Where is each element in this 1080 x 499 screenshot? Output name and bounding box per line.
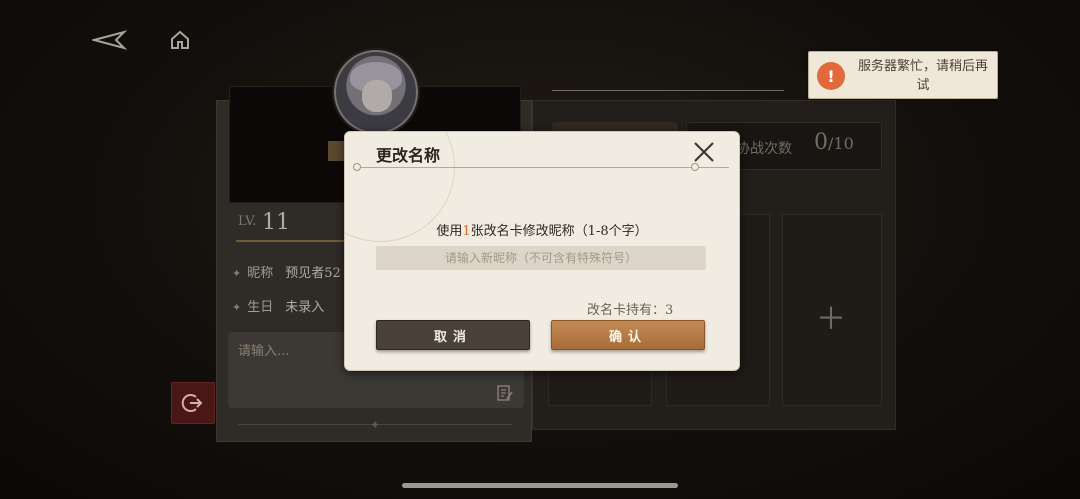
level-value: 11	[262, 210, 290, 235]
panel-top-line	[552, 90, 784, 91]
birthday-value: 未录入	[285, 300, 325, 315]
birthday-row[interactable]: ✦ 生日 未录入	[232, 296, 324, 315]
ornament-icon: ✦	[370, 418, 381, 432]
nickname-row[interactable]: ✦ 昵称 预见者52	[232, 262, 341, 281]
cancel-button[interactable]: 取消	[376, 320, 530, 350]
signature-placeholder: 请输入...	[238, 344, 290, 359]
rename-card-count: 改名卡持有：3	[587, 303, 674, 318]
level-bar	[236, 240, 346, 242]
toast-text: 服务器繁忙，请稍后再试	[857, 59, 988, 93]
exit-button[interactable]	[171, 382, 215, 424]
edit-icon[interactable]	[496, 384, 514, 402]
logout-icon	[181, 394, 203, 412]
avatar[interactable]	[334, 50, 418, 134]
assist-count-value: 0/10	[814, 130, 854, 155]
rename-description: 使用1张改名卡修改昵称（1-8个字）	[436, 224, 648, 239]
nickname-value: 预见者52	[285, 266, 341, 281]
home-indicator[interactable]	[402, 483, 678, 488]
star-icon: ✦	[232, 301, 242, 314]
birthday-label: 生日	[247, 300, 274, 315]
star-icon: ✦	[232, 267, 242, 280]
warning-icon: !	[817, 62, 845, 90]
back-arrow-icon[interactable]	[90, 28, 128, 52]
home-icon[interactable]	[168, 28, 192, 52]
rename-dialog: 更改名称 使用1张改名卡修改昵称（1-8个字） 改名卡持有：3 取消 确认	[344, 131, 740, 371]
nickname-label: 昵称	[247, 266, 274, 281]
assist-count-label: 协战次数	[736, 141, 792, 157]
dialog-title: 更改名称	[376, 146, 441, 165]
error-toast: ! 服务器繁忙，请稍后再试	[808, 51, 998, 99]
nickname-input[interactable]	[376, 246, 706, 270]
add-icon[interactable]: ＋	[816, 294, 846, 338]
level-prefix: LV.	[238, 214, 257, 229]
card-use-count: 1	[462, 224, 471, 239]
title-divider	[355, 167, 729, 168]
confirm-button[interactable]: 确认	[551, 320, 705, 350]
close-icon[interactable]	[691, 139, 717, 165]
